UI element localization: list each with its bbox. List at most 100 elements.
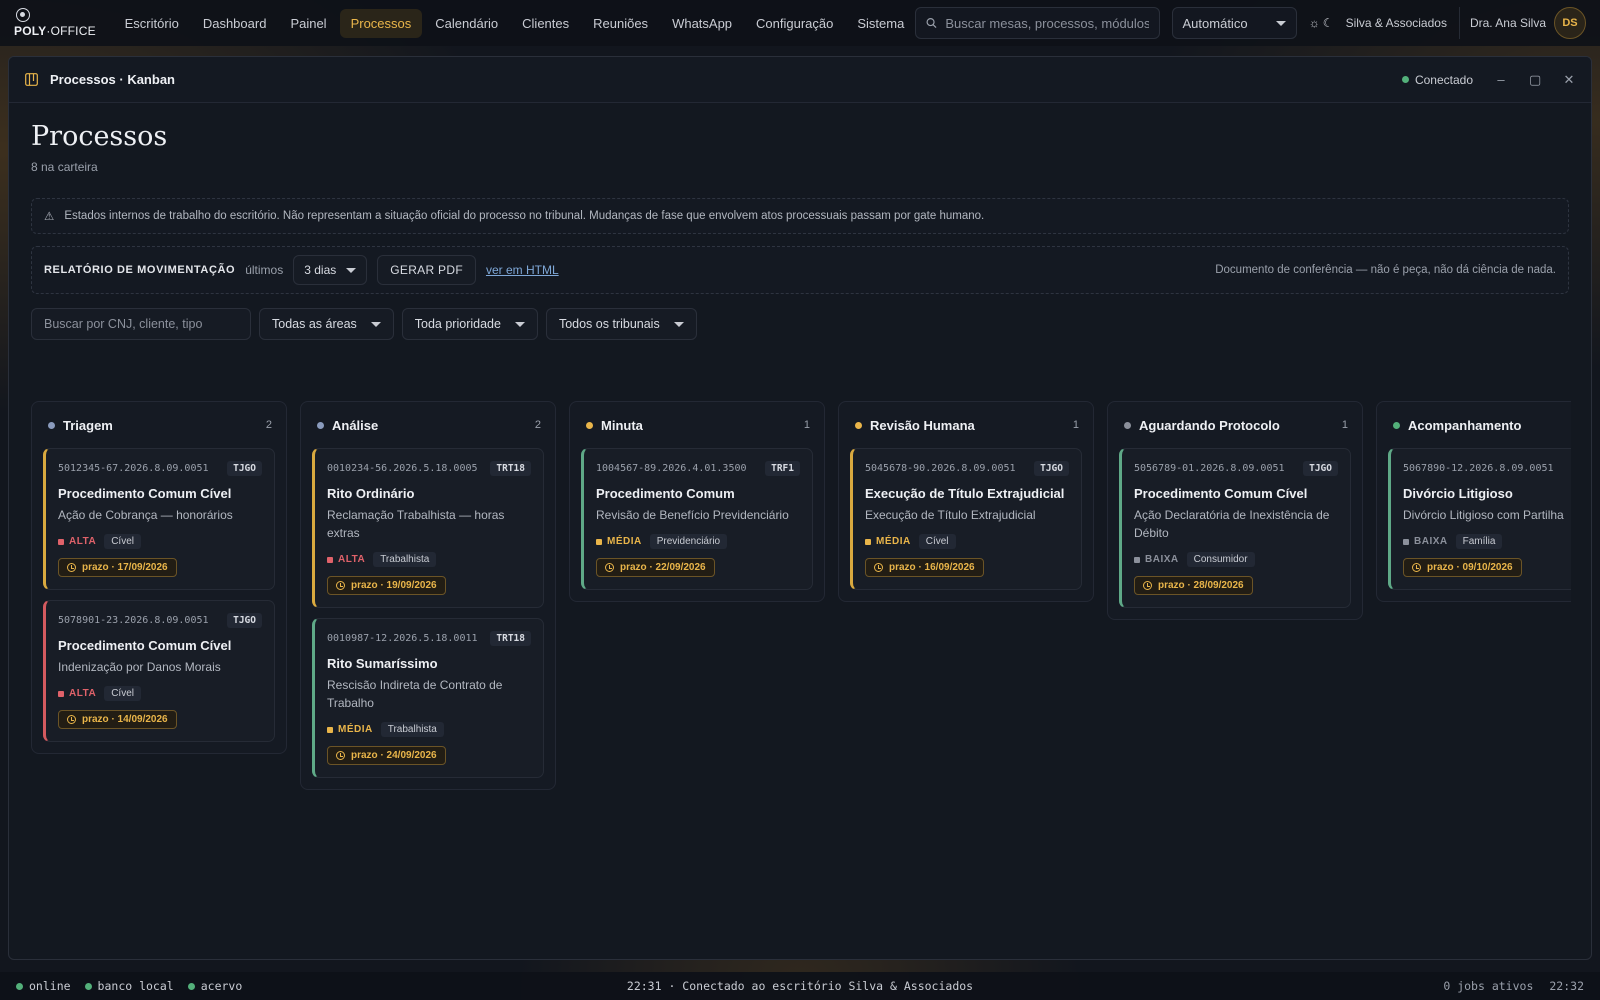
kanban-column: Revisão Humana 1 5045678-90.2026.8.09.00…	[838, 401, 1094, 602]
status-bar-item: banco local	[84, 979, 174, 993]
nav-item-processos[interactable]: Processos	[339, 8, 423, 38]
deadline-label: prazo · 14/09/2026	[82, 714, 168, 725]
status-bar: online banco local acervo 22:31 · Conectad…	[0, 972, 1600, 1000]
priority-badge: BAIXA	[1134, 554, 1179, 565]
process-cnj: 5067890-12.2026.8.09.0051	[1403, 463, 1554, 474]
deadline-badge: prazo · 28/09/2026	[1134, 576, 1253, 595]
nav-item-calendario[interactable]: Calendário	[424, 9, 509, 38]
status-dot-icon	[187, 982, 195, 990]
kanban-column: Minuta 1 1004567-89.2026.4.01.3500 TRF1 …	[569, 401, 825, 602]
logo-text: POLY·OFFICE	[14, 24, 96, 38]
court-badge: TJGO	[227, 613, 262, 628]
area-badge: Trabalhista	[380, 722, 444, 737]
status-bar-item-label: online	[29, 979, 71, 993]
generate-pdf-button[interactable]: GERAR PDF	[377, 255, 476, 285]
court-badge: TJGO	[227, 461, 262, 476]
court-filter-value: Todos os tribunais	[558, 317, 660, 331]
logo-icon	[16, 8, 30, 22]
clock-icon	[1412, 563, 1421, 572]
nav-item-sistema[interactable]: Sistema	[846, 9, 915, 38]
nav-item-configuracao[interactable]: Configuração	[745, 9, 844, 38]
chevron-down-icon	[514, 321, 525, 327]
nav-item-painel[interactable]: Painel	[279, 9, 337, 38]
area-filter-select[interactable]: Todas as áreas	[259, 308, 394, 340]
priority-filter-value: Toda prioridade	[414, 317, 501, 331]
app-logo[interactable]: POLY·OFFICE	[14, 8, 104, 38]
nav-item-escritorio[interactable]: Escritório	[114, 9, 190, 38]
process-card[interactable]: 5078901-23.2026.8.09.0051 TJGO Procedime…	[43, 600, 275, 742]
status-dot-icon	[84, 982, 92, 990]
nav-item-whatsapp[interactable]: WhatsApp	[661, 9, 743, 38]
clock-icon	[336, 751, 345, 760]
process-card[interactable]: 5056789-01.2026.8.09.0051 TJGO Procedime…	[1119, 448, 1351, 608]
clock-icon	[67, 715, 76, 724]
report-period-value: 3 dias	[304, 263, 337, 277]
process-card[interactable]: 0010987-12.2026.5.18.0011 TRT18 Rito Sum…	[312, 618, 544, 778]
priority-square-icon	[58, 538, 64, 545]
priority-filter-select[interactable]: Toda prioridade	[401, 308, 538, 340]
deadline-label: prazo · 22/09/2026	[620, 562, 706, 573]
process-title: Procedimento Comum Cível	[58, 638, 232, 653]
column-status-dot-icon	[48, 421, 55, 429]
avatar[interactable]: DS	[1554, 7, 1586, 39]
info-notice: ⚠ Estados internos de trabalho do escrit…	[31, 198, 1569, 234]
process-description: Execução de Título Extrajudicial	[865, 508, 1036, 522]
status-bar-item: online	[16, 979, 71, 993]
kanban-board-icon	[25, 73, 38, 86]
process-title: Execução de Título Extrajudicial	[865, 486, 1065, 501]
page-subtitle: 8 na carteira	[31, 160, 98, 174]
area-badge: Consumidor	[1186, 552, 1255, 567]
view-html-link[interactable]: ver em HTML	[486, 263, 559, 277]
process-card[interactable]: 1004567-89.2026.4.01.3500 TRF1 Procedime…	[581, 448, 813, 590]
priority-square-icon	[1403, 538, 1409, 545]
process-card[interactable]: 5045678-90.2026.8.09.0051 TJGO Execução …	[850, 448, 1082, 590]
area-filter-value: Todas as áreas	[272, 317, 357, 331]
process-card[interactable]: 5067890-12.2026.8.09.0051 TJGO Divórcio …	[1388, 448, 1571, 590]
process-card[interactable]: 5012345-67.2026.8.09.0051 TJGO Procedime…	[43, 448, 275, 590]
process-card[interactable]: 0010234-56.2026.5.18.0005 TRT18 Rito Ord…	[312, 448, 544, 608]
report-period-select[interactable]: 3 dias	[293, 255, 368, 285]
nav-item-reunioes[interactable]: Reuniões	[582, 9, 659, 38]
priority-square-icon	[58, 690, 64, 697]
process-cnj: 0010987-12.2026.5.18.0011	[327, 633, 478, 644]
status-bar-clock: 22:32	[1549, 979, 1584, 993]
page-title: Processos	[31, 121, 168, 152]
deadline-label: prazo · 19/09/2026	[351, 580, 437, 591]
close-icon[interactable]: ✕	[1563, 72, 1575, 88]
nav-item-dashboard[interactable]: Dashboard	[192, 9, 278, 38]
user-menu[interactable]: Dra. Ana Silva DS	[1458, 7, 1586, 39]
deadline-badge: prazo · 22/09/2026	[596, 558, 715, 577]
deadline-label: prazo · 17/09/2026	[82, 562, 168, 573]
clock-icon	[1143, 581, 1152, 590]
priority-label: ALTA	[69, 536, 97, 547]
clock-icon	[874, 563, 883, 572]
clock-icon	[67, 563, 76, 572]
priority-label: MÉDIA	[338, 724, 373, 735]
process-search-input[interactable]	[31, 308, 251, 340]
connection-status: Conectado	[1401, 73, 1473, 87]
process-cnj: 1004567-89.2026.4.01.3500	[596, 463, 747, 474]
column-name: Aguardando Protocolo	[1139, 417, 1280, 433]
report-note: Documento de conferência — não é peça, n…	[1215, 264, 1556, 276]
moon-icon: ☾	[1322, 16, 1334, 30]
area-badge: Previdenciário	[649, 534, 728, 549]
chevron-down-icon	[370, 321, 381, 327]
status-dot-icon	[1401, 76, 1409, 83]
global-search[interactable]	[915, 7, 1160, 39]
global-search-input[interactable]	[945, 15, 1149, 31]
nav-item-clientes[interactable]: Clientes	[511, 9, 580, 38]
maximize-icon[interactable]: ▢	[1529, 72, 1541, 88]
priority-badge: MÉDIA	[327, 724, 373, 735]
theme-toggle[interactable]: ☼ ☾	[1309, 16, 1334, 30]
process-title: Procedimento Comum	[596, 486, 735, 501]
priority-badge: ALTA	[58, 536, 96, 547]
minimize-icon[interactable]: –	[1495, 72, 1507, 87]
court-filter-select[interactable]: Todos os tribunais	[545, 308, 697, 340]
status-bar-item: acervo	[187, 979, 242, 993]
mode-select[interactable]: Automático	[1171, 7, 1297, 39]
deadline-badge: prazo · 19/09/2026	[327, 576, 446, 595]
warning-icon: ⚠	[44, 211, 55, 223]
deadline-badge: prazo · 14/09/2026	[58, 710, 177, 729]
column-count: 1	[1072, 419, 1079, 431]
process-description: Divórcio Litigioso com Partilha	[1403, 508, 1564, 522]
